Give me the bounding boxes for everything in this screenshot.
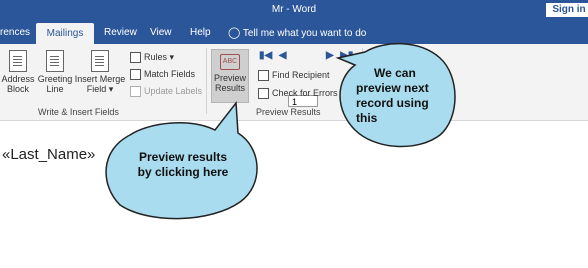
- callout-next-line-4: this: [356, 111, 378, 125]
- callout-layer: [105, 42, 456, 220]
- callout-preview-line-2: by clicking here: [137, 165, 229, 179]
- callout-next-line-3: record using: [356, 96, 429, 110]
- callout-next-line-2: preview next: [356, 81, 429, 95]
- callout-next-line-1: We can: [374, 66, 416, 80]
- callout-preview-text: Preview results by clicking here: [124, 150, 242, 180]
- callout-next-record-text: We can preview next record using this: [352, 66, 448, 126]
- callout-preview-line-1: Preview results: [138, 150, 228, 164]
